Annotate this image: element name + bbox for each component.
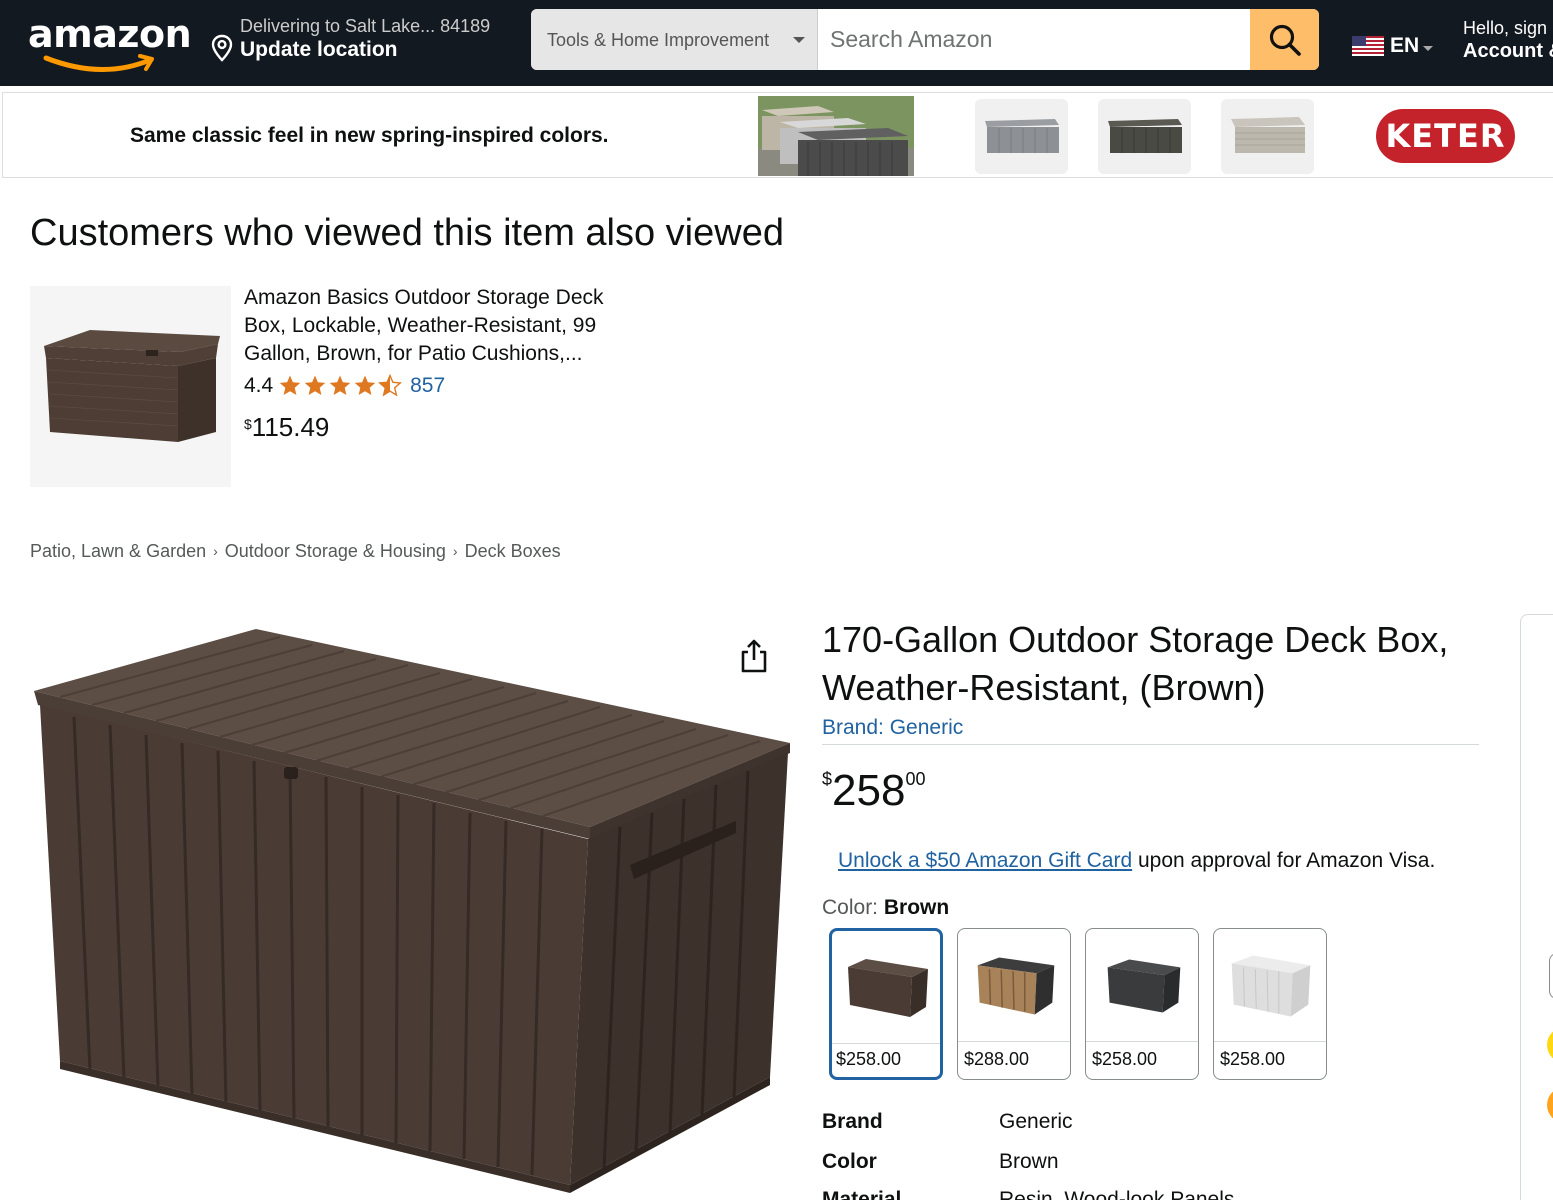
rating-value: 4.4 [244,374,274,397]
top-navigation-bar: amazon Delivering to Salt Lake... 84189 … [0,0,1553,86]
update-location-text: Update location [240,38,398,61]
product-price: $25800 [822,766,925,816]
swatch-price: $258.00 [1092,1049,1158,1069]
main-product-image[interactable] [30,625,800,1200]
spec-value: Brown [999,1150,1059,1173]
spec-row-material: Material Resin, Wood-look Panels [822,1188,1482,1200]
language-code: EN [1390,34,1420,57]
color-swatch-wood[interactable]: $288.00 [957,928,1071,1080]
color-label-prefix: Color: [822,896,884,919]
beige-deck-box-image [1231,117,1305,153]
brand-link[interactable]: Brand: Generic [822,716,963,740]
price-value: 115.49 [251,412,330,442]
color-label: Color: Brown [822,896,949,920]
gift-card-promo: Unlock a $50 Amazon Gift Card upon appro… [838,849,1435,873]
amazon-logo-text: amazon [28,12,192,56]
search-button[interactable] [1250,9,1319,70]
spec-row-color: Color Brown [822,1150,1482,1190]
price-whole: 258 [832,766,906,815]
buy-now-button[interactable] [1547,1087,1553,1123]
price-symbol: $ [822,769,833,789]
spec-value: Resin, Wood-look Panels [999,1188,1235,1200]
location-pin-icon [211,34,233,62]
divider [822,744,1479,745]
caret-down-icon [793,37,805,43]
swatch-divider [832,1043,940,1044]
color-swatch-white[interactable]: $258.00 [1213,928,1327,1080]
black-swatch-image [1107,959,1181,1013]
banner-product-thumb-beige[interactable] [1221,99,1314,174]
gift-card-link[interactable]: Unlock a $50 Amazon Gift Card [838,849,1132,872]
swatch-price: $258.00 [836,1049,902,1069]
swatch-price: $288.00 [964,1049,1030,1069]
keter-brand-logo[interactable]: KETER [1376,109,1515,163]
swatch-divider [1086,1041,1198,1042]
wood-swatch-image [977,957,1055,1015]
buy-box [1520,614,1553,1200]
spec-key: Material [822,1188,902,1200]
breadcrumb-outdoor-storage[interactable]: Outdoor Storage & Housing [225,541,446,561]
breadcrumb-patio-lawn-garden[interactable]: Patio, Lawn & Garden [30,541,206,561]
also-viewed-product-title[interactable]: Amazon Basics Outdoor Storage Deck Box, … [244,284,624,368]
sponsored-brand-banner[interactable]: Same classic feel in new spring-inspired… [2,92,1553,178]
spec-key: Color [822,1150,877,1173]
dark-deck-box-image [1108,119,1182,153]
search-input[interactable] [818,9,1250,70]
share-icon [741,639,767,673]
deck-boxes-image [758,96,914,176]
brown-swatch-image [848,959,928,1017]
account-greeting: Hello, sign in [1463,18,1553,38]
banner-product-thumb-dark[interactable] [1098,99,1191,174]
caret-down-icon [1423,46,1433,51]
amazon-logo[interactable]: amazon [28,12,192,73]
price-symbol: $ [244,416,252,432]
search-category-label: Tools & Home Improvement [547,30,770,50]
swatch-divider [1214,1041,1326,1042]
banner-product-thumb-gray[interactable] [975,99,1068,174]
star-rating-icon [279,374,401,396]
also-viewed-rating[interactable]: 4.4 857 [244,374,445,402]
account-menu[interactable]: Hello, sign in Account & Lists [1463,18,1553,68]
account-lists-label: Account & Lists [1463,40,1553,62]
color-swatch-black[interactable]: $258.00 [1085,928,1199,1080]
promo-text: upon approval for Amazon Visa. [1132,849,1436,872]
swatch-price: $258.00 [1220,1049,1286,1069]
brown-deck-box-image [34,629,790,1193]
banner-text: Same classic feel in new spring-inspired… [130,124,609,147]
add-to-cart-button[interactable] [1547,1027,1553,1063]
color-swatch-brown[interactable]: $258.00 [829,928,943,1080]
chevron-right-icon: › [452,543,458,559]
price-fraction: 00 [905,769,926,789]
also-viewed-heading: Customers who viewed this item also view… [30,212,784,254]
smile-arrow-icon [43,54,154,73]
delivering-to-text: Delivering to Salt Lake... 84189 [240,16,491,36]
selected-color-value: Brown [883,896,950,919]
banner-lifestyle-image[interactable] [758,96,914,176]
review-count-link[interactable]: 857 [410,374,445,397]
breadcrumb: Patio, Lawn & Garden › Outdoor Storage & H… [30,541,561,562]
quantity-dropdown[interactable] [1549,953,1553,999]
spec-value: Generic [999,1110,1073,1133]
share-button[interactable] [739,638,769,674]
delivery-location[interactable]: Delivering to Salt Lake... 84189 Update … [210,16,520,66]
spec-key: Brand [822,1110,883,1133]
search-category-dropdown[interactable]: Tools & Home Improvement [531,9,818,70]
search-bar: Tools & Home Improvement [531,9,1319,70]
white-swatch-image [1231,955,1311,1017]
search-icon [1269,24,1301,56]
us-flag-icon [1352,36,1384,56]
gray-deck-box-image [985,119,1059,153]
also-viewed-price: $115.49 [244,412,329,443]
swatch-divider [958,1041,1070,1042]
also-viewed-product-image[interactable] [30,286,231,487]
language-selector[interactable]: EN [1352,34,1442,62]
spec-row-brand: Brand Generic [822,1110,1482,1150]
brown-wicker-deck-box-image [30,286,231,487]
chevron-right-icon: › [213,543,218,559]
breadcrumb-deck-boxes[interactable]: Deck Boxes [465,541,561,561]
product-title: 170-Gallon Outdoor Storage Deck Box, Wea… [822,619,1449,708]
